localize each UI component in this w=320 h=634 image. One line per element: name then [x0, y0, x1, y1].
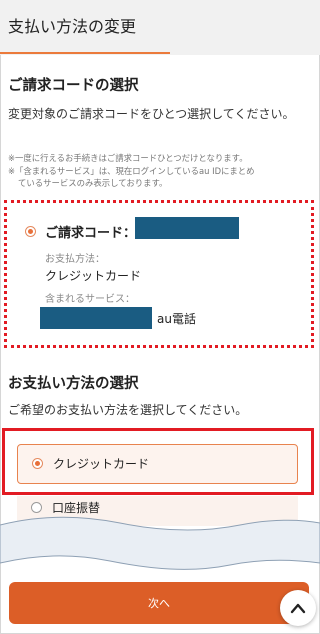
next-button[interactable]: 次へ	[9, 582, 309, 624]
title-underline	[0, 52, 170, 54]
payment-method-value: クレジットカード	[45, 269, 142, 283]
note-line: ※「含まれるサービス」は、現在ログインしているau IDにまとめ	[8, 165, 255, 176]
billing-section-title: ご請求コードの選択	[8, 78, 139, 94]
note-line: ※一度に行えるお手続きはご請求コードひとつだけとなります。	[8, 153, 248, 163]
bank-transfer-label: 口座振替	[52, 501, 101, 515]
credit-card-label: クレジットカード	[53, 457, 150, 471]
note-line: ているサービスのみ表示しております。	[18, 178, 168, 188]
payment-instruction: ご希望のお支払い方法を選択してください。	[8, 403, 248, 417]
service-name: au電話	[157, 312, 196, 326]
billing-code-redacted	[135, 217, 239, 239]
credit-card-radio[interactable]	[32, 458, 43, 469]
scroll-to-top-button[interactable]	[280, 590, 316, 626]
service-id-redacted	[40, 307, 152, 329]
payment-method-label: お支払方法：	[45, 254, 105, 265]
services-label: 含まれるサービス：	[45, 294, 135, 305]
payment-option-credit-card[interactable]: クレジットカード	[17, 444, 298, 484]
page-header: 支払い方法の変更	[0, 0, 320, 55]
omitted-content-wave	[0, 516, 320, 570]
payment-section-title: お支払い方法の選択	[8, 376, 139, 392]
page-title: 支払い方法の変更	[8, 17, 137, 36]
billing-instruction: 変更対象のご請求コードをひとつ選択してください。	[8, 107, 295, 121]
billing-code-card[interactable]: ご請求コード： お支払方法： クレジットカード 含まれるサービス： au電話	[4, 200, 314, 348]
billing-notes: ※一度に行えるお手続きはご請求コードひとつだけとなります。 ※「含まれるサービス…	[8, 152, 316, 190]
billing-code-label: ご請求コード：	[45, 226, 137, 241]
billing-code-radio[interactable]	[25, 226, 36, 237]
bank-transfer-radio[interactable]	[31, 502, 42, 513]
chevron-up-icon	[290, 603, 306, 614]
